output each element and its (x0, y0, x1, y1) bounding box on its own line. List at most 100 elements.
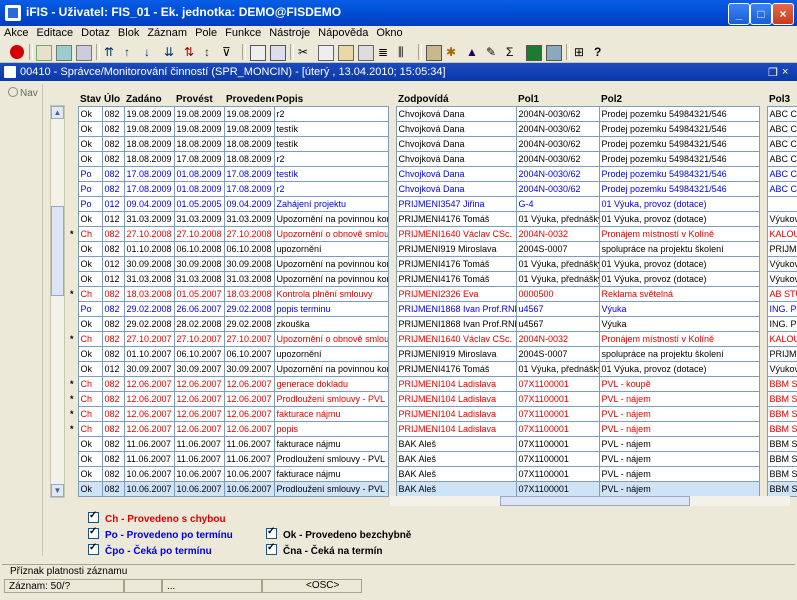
cell-provedeno[interactable]: 19.08.2009 (223, 121, 275, 137)
cell-provest[interactable]: 30.09.2007 (173, 361, 225, 377)
table-row[interactable]: Po 082 29.02.2008 26.06.2007 29.02.2008 popis… (66, 301, 797, 317)
cell-pol1[interactable]: 01 Výuka, přednášky, (515, 271, 600, 287)
cell-popis[interactable]: Upozornění na povinnou kont (273, 271, 389, 287)
cell-provest[interactable]: 01.05.2007 (173, 286, 225, 302)
cell-pol3[interactable]: ING. PETI (766, 301, 797, 317)
cell-pol1[interactable]: 2004S-0007 (515, 241, 600, 257)
printer-icon[interactable] (250, 45, 266, 61)
cell-pol1[interactable]: u4567 (515, 316, 600, 332)
cell-provedeno[interactable]: 12.06.2007 (223, 391, 275, 407)
table-row[interactable]: * Ch 082 27.10.2008 27.10.2008 27.10.2008 Upoz… (66, 226, 797, 242)
cell-stav[interactable]: Ch (77, 376, 103, 392)
cell-zadano[interactable]: 17.08.2009 (123, 181, 175, 197)
cell-zadano[interactable]: 19.08.2009 (123, 121, 175, 137)
cell-zadano[interactable]: 30.09.2008 (123, 256, 175, 272)
cell-zadano[interactable]: 10.06.2007 (123, 466, 175, 482)
cell-ulo[interactable]: 012 (101, 211, 125, 227)
cell-zodp[interactable]: PRIJMENI4176 Tomáš (395, 256, 517, 272)
cell-zodp[interactable]: Chvojková Dana (395, 151, 517, 167)
cell-provedeno[interactable]: 18.03.2008 (223, 286, 275, 302)
table-row[interactable]: * Ch 082 12.06.2007 12.06.2007 12.06.2007 gene… (66, 376, 797, 392)
cell-pol2[interactable]: Prodej pozemku 54984321/546 (598, 151, 760, 167)
paste-icon[interactable] (338, 45, 354, 61)
cell-pol2[interactable]: PVL - koupě (598, 376, 760, 392)
cell-pol3[interactable]: BBM S.R (766, 466, 797, 482)
cell-zadano[interactable]: 18.08.2009 (123, 136, 175, 152)
cell-pol3[interactable]: BBM S.R (766, 451, 797, 467)
cell-pol1[interactable]: 2004S-0007 (515, 346, 600, 362)
table-row[interactable]: Ok 082 11.06.2007 11.06.2007 11.06.2007 Prodl… (66, 451, 797, 467)
cell-provest[interactable]: 18.08.2009 (173, 136, 225, 152)
cell-popis[interactable]: Prodloužení smlouvy - PVL (273, 391, 389, 407)
cell-pol2[interactable]: Reklama světelná (598, 286, 760, 302)
cell-ulo[interactable]: 082 (101, 421, 125, 437)
cell-zodp[interactable]: Chvojková Dana (395, 121, 517, 137)
table-row[interactable]: Ok 082 11.06.2007 11.06.2007 11.06.2007 faktu… (66, 436, 797, 452)
cell-zodp[interactable]: PRIJMENI1868 Ivan Prof.RNDr. I (395, 301, 517, 317)
cell-zadano[interactable]: 17.08.2009 (123, 166, 175, 182)
cell-provest[interactable]: 11.06.2007 (173, 451, 225, 467)
cell-stav[interactable]: Ok (77, 271, 103, 287)
cell-pol1[interactable]: 07X1100001 (515, 481, 600, 497)
delete-icon[interactable] (76, 45, 92, 61)
cell-pol1[interactable]: 2004N-0030/62 (515, 166, 600, 182)
cell-ulo[interactable]: 082 (101, 301, 125, 317)
cell-ulo[interactable]: 082 (101, 346, 125, 362)
table-row[interactable]: Po 082 17.08.2009 01.08.2009 17.08.2009 testí… (66, 166, 797, 182)
first-record-icon[interactable]: ⇈ (104, 45, 118, 59)
col-stav[interactable]: Stav (78, 93, 102, 107)
cell-pol2[interactable]: Prodej pozemku 54984321/546 (598, 181, 760, 197)
cell-stav[interactable]: Ok (77, 136, 103, 152)
cell-pol1[interactable]: 07X1100001 (515, 406, 600, 422)
cell-stav[interactable]: Ok (77, 481, 103, 497)
cell-zadano[interactable]: 11.06.2007 (123, 451, 175, 467)
col-pol2[interactable]: Pol2 (599, 93, 759, 107)
cell-ulo[interactable]: 082 (101, 316, 125, 332)
menu-item[interactable]: Nástroje (265, 26, 314, 39)
col-popis[interactable]: Popis (274, 93, 388, 107)
cell-pol3[interactable]: BBM S.R (766, 436, 797, 452)
cell-popis[interactable]: testík (273, 136, 389, 152)
cell-pol1[interactable]: 01 Výuka, přednášky, (515, 256, 600, 272)
last-record-icon[interactable]: ⇊ (164, 45, 178, 59)
cell-zadano[interactable]: 29.02.2008 (123, 301, 175, 317)
cell-provest[interactable]: 28.02.2008 (173, 316, 225, 332)
cell-popis[interactable]: Upozornění o obnově smlouv (273, 226, 389, 242)
cell-pol3[interactable]: AB STUD (766, 286, 797, 302)
cell-stav[interactable]: Ch (77, 286, 103, 302)
col-zadano[interactable]: Zadáno (124, 93, 174, 107)
cell-ulo[interactable]: 012 (101, 361, 125, 377)
cell-provedeno[interactable]: 11.06.2007 (223, 436, 275, 452)
cell-zadano[interactable]: 01.10.2007 (123, 346, 175, 362)
cell-pol3[interactable]: Výukové (766, 361, 797, 377)
menu-item[interactable]: Nápověda (314, 26, 372, 39)
cell-pol2[interactable]: Prodej pozemku 54984321/546 (598, 136, 760, 152)
table-row[interactable]: Ok 082 29.02.2008 28.02.2008 29.02.2008 zkouš… (66, 316, 797, 332)
cell-pol1[interactable]: 2004N-0030/62 (515, 136, 600, 152)
cell-stav[interactable]: Ok (77, 106, 103, 122)
cell-zodp[interactable]: BAK Aleš (395, 451, 517, 467)
restore-icon[interactable]: ❐ (768, 66, 778, 79)
cell-popis[interactable]: fakturace nájmu (273, 466, 389, 482)
cell-pol1[interactable]: 07X1100001 (515, 451, 600, 467)
cell-zodp[interactable]: PRIJMENI2326 Eva (395, 286, 517, 302)
cell-zadano[interactable]: 18.03.2008 (123, 286, 175, 302)
cell-popis[interactable]: Prodloužení smlouvy - PVL (273, 481, 389, 497)
cell-pol1[interactable]: 07X1100001 (515, 391, 600, 407)
cell-zadano[interactable]: 27.10.2008 (123, 226, 175, 242)
cell-stav[interactable]: Po (77, 166, 103, 182)
cell-stav[interactable]: Ok (77, 436, 103, 452)
table-row[interactable]: Ok 082 18.08.2009 17.08.2009 18.08.2009 r2 Chv… (66, 151, 797, 167)
cell-provest[interactable]: 01.05.2005 (173, 196, 225, 212)
cell-ulo[interactable]: 082 (101, 466, 125, 482)
cell-stav[interactable]: Ok (77, 256, 103, 272)
cell-zodp[interactable]: PRIJMENI4176 Tomáš (395, 361, 517, 377)
save-icon[interactable] (36, 45, 52, 61)
next-record-icon[interactable]: ↓ (144, 45, 158, 59)
cell-popis[interactable]: Upozornění o obnově smlouv (273, 331, 389, 347)
cell-provest[interactable]: 26.06.2007 (173, 301, 225, 317)
report-icon[interactable] (270, 45, 286, 61)
cell-pol2[interactable]: 01 Výuka, provoz (dotace) (598, 256, 760, 272)
cell-zodp[interactable]: Chvojková Dana (395, 181, 517, 197)
table-row[interactable]: * Ch 082 12.06.2007 12.06.2007 12.06.2007 Prod… (66, 391, 797, 407)
